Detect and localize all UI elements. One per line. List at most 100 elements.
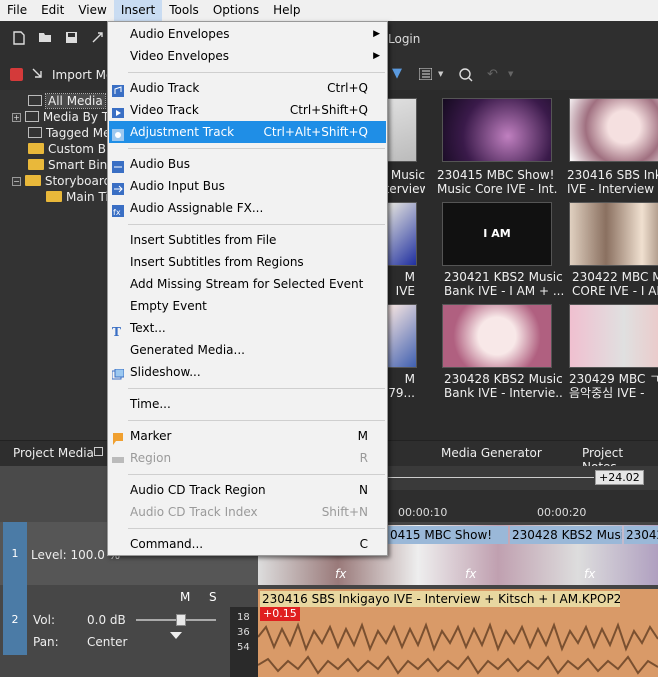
meter-db-label: 18 xyxy=(237,612,250,623)
tree-item-smart-bins[interactable]: Smart Bins xyxy=(28,157,114,173)
new-file-icon[interactable] xyxy=(12,31,26,45)
volume-label: Vol: xyxy=(33,613,55,627)
volume-slider-thumb[interactable] xyxy=(176,614,186,626)
menu-item-audio-track[interactable]: Audio Track Ctrl+Q xyxy=(109,77,386,99)
menu-item-audio-cd-track-index: Audio CD Track Index Shift+N xyxy=(130,505,368,519)
track-number: 2 xyxy=(3,585,27,655)
video-clip-title[interactable]: 0415 MBC Show! xyxy=(388,526,508,544)
menu-separator xyxy=(128,474,385,475)
media-thumbnail[interactable] xyxy=(387,202,417,266)
fx-icon[interactable]: fx xyxy=(584,567,595,581)
menu-separator xyxy=(128,420,385,421)
media-view-toolbar: ▼ ▼ ↶ ▼ xyxy=(387,58,658,90)
meter-db-label: 36 xyxy=(237,627,250,638)
view-list-icon[interactable] xyxy=(418,67,433,81)
video-clip-title[interactable]: 23042 xyxy=(624,526,658,544)
submenu-arrow-icon: ▶ xyxy=(373,51,380,61)
media-thumbnail[interactable]: I AM xyxy=(442,202,552,266)
search-icon[interactable] xyxy=(459,68,473,82)
login-link[interactable]: Login xyxy=(388,32,420,46)
menu-file[interactable]: File xyxy=(0,0,34,21)
thumbnail-caption: Musicnterview xyxy=(387,168,425,196)
audio-input-bus-icon xyxy=(112,180,124,195)
remove-media-icon[interactable] xyxy=(10,68,23,81)
menu-item-time[interactable]: Time... xyxy=(109,393,386,415)
marker-icon xyxy=(112,430,124,445)
svg-text:T: T xyxy=(112,325,121,337)
dropdown-arrow-icon[interactable]: ▼ xyxy=(438,70,443,78)
tab-media-generator[interactable]: Media Generator xyxy=(441,446,542,460)
solo-button[interactable]: S xyxy=(209,590,217,604)
menu-options[interactable]: Options xyxy=(206,0,266,21)
menu-item-audio-envelopes[interactable]: Audio Envelopes ▶ xyxy=(109,23,386,45)
tab-project-media[interactable]: Project Media xyxy=(13,446,94,460)
menu-item-empty-event[interactable]: Empty Event xyxy=(109,295,386,317)
filter-icon[interactable]: ▼ xyxy=(392,66,408,82)
menu-item-audio-input-bus[interactable]: Audio Input Bus xyxy=(109,175,386,197)
collapse-minus-icon[interactable]: − xyxy=(12,177,21,186)
save-icon[interactable] xyxy=(64,31,78,45)
menu-help[interactable]: Help xyxy=(266,0,307,21)
selection-line xyxy=(388,477,594,478)
insert-menu-dropdown: Audio Envelopes ▶ Video Envelopes ▶ Audio … xyxy=(107,21,388,556)
video-track-icon xyxy=(112,104,124,118)
pan-slider-thumb[interactable] xyxy=(170,632,182,639)
menu-separator xyxy=(128,388,385,389)
video-clip-title[interactable]: 230428 KBS2 Music xyxy=(510,526,622,544)
menu-item-insert-subtitles-file[interactable]: Insert Subtitles from File xyxy=(109,229,386,251)
menu-item-text[interactable]: T Text... xyxy=(109,317,386,339)
media-thumbnail[interactable] xyxy=(569,304,658,368)
menu-item-marker[interactable]: Marker M xyxy=(109,425,386,447)
menu-separator xyxy=(128,528,385,529)
restore-icon[interactable] xyxy=(94,447,103,456)
import-media-button[interactable]: Import Me xyxy=(52,68,113,82)
pan-value: Center xyxy=(87,635,128,649)
svg-text:fx: fx xyxy=(113,208,121,217)
menu-separator xyxy=(128,72,385,73)
menu-item-generated-media[interactable]: Generated Media... xyxy=(109,339,386,361)
menu-item-audio-assignable-fx[interactable]: fx Audio Assignable FX... xyxy=(109,197,386,219)
folder-icon xyxy=(28,159,44,170)
menu-item-audio-bus[interactable]: Audio Bus xyxy=(109,153,386,175)
menu-item-video-envelopes[interactable]: Video Envelopes ▶ xyxy=(109,45,386,67)
menu-item-slideshow[interactable]: Slideshow... xyxy=(109,361,386,383)
media-thumbnail[interactable] xyxy=(569,202,658,266)
menu-separator xyxy=(128,148,385,149)
expand-plus-icon[interactable]: + xyxy=(12,113,21,122)
media-thumbnail[interactable] xyxy=(387,98,417,162)
mute-button[interactable]: M xyxy=(180,590,190,604)
expand-icon[interactable] xyxy=(90,31,104,45)
tree-item-tagged-media[interactable]: Tagged Me xyxy=(28,125,110,141)
media-thumbnail[interactable] xyxy=(569,98,658,162)
tree-item-all-media[interactable]: All Media xyxy=(28,93,106,109)
menu-item-audio-cd-track-region[interactable]: Audio CD Track Region N xyxy=(109,479,386,501)
audio-track: 2 M S Vol: 0.0 dB Pan: Center 18 36 54 2… xyxy=(0,585,658,677)
menu-item-region: Region R xyxy=(109,447,386,469)
tree-item-storyboard[interactable]: − Storyboard xyxy=(12,173,111,189)
tree-item-custom-bins[interactable]: Custom Bin xyxy=(28,141,117,157)
tree-item-media-by-type[interactable]: + Media By T xyxy=(12,109,109,125)
audio-clip-title[interactable]: 230416 SBS Inkigayo IVE - Interview + Ki… xyxy=(260,591,620,607)
audio-track-header[interactable] xyxy=(0,585,258,677)
adjustment-track-icon xyxy=(112,126,124,141)
submenu-arrow-icon: ▶ xyxy=(373,29,380,39)
menu-edit[interactable]: Edit xyxy=(34,0,71,21)
menu-item-command[interactable]: Command... C xyxy=(109,533,386,555)
thumbnail-caption: 230422 MBC MuCORE IVE - I AM xyxy=(572,270,658,298)
menu-item-adjustment-track[interactable]: Adjustment Track Ctrl+Alt+Shift+Q xyxy=(109,121,386,143)
fx-icon[interactable]: fx xyxy=(335,567,346,581)
menu-view[interactable]: View xyxy=(71,0,113,21)
undo-icon: ↶ xyxy=(487,67,498,82)
media-thumbnail[interactable] xyxy=(442,304,552,368)
menu-tools[interactable]: Tools xyxy=(162,0,206,21)
import-icon[interactable] xyxy=(31,67,45,81)
menu-insert[interactable]: Insert xyxy=(113,0,163,21)
menu-item-video-track[interactable]: Video Track Ctrl+Shift+Q xyxy=(109,99,386,121)
media-thumbnail[interactable] xyxy=(442,98,552,162)
open-folder-icon[interactable] xyxy=(38,31,52,45)
menu-item-insert-subtitles-regions[interactable]: Insert Subtitles from Regions xyxy=(109,251,386,273)
tree-item-main-timeline[interactable]: Main Ti xyxy=(46,189,109,205)
media-thumbnail[interactable] xyxy=(387,304,417,368)
fx-icon[interactable]: fx xyxy=(465,567,476,581)
menu-item-add-missing-stream[interactable]: Add Missing Stream for Selected Event xyxy=(109,273,386,295)
